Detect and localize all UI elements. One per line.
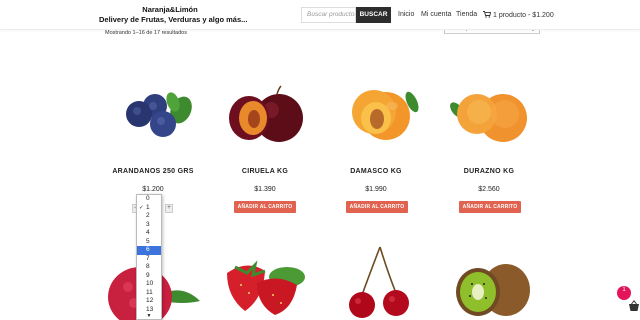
quantity-option[interactable]: 8 (137, 263, 161, 272)
quantity-option[interactable]: 11 (137, 289, 161, 298)
product-price: $2.560 (478, 186, 500, 193)
product-title[interactable]: CIRUELA KG (215, 168, 315, 175)
product-price: $1.200 (142, 186, 164, 193)
kiwi-image[interactable] (444, 258, 544, 320)
quantity-option[interactable]: 12 (137, 297, 161, 306)
quantity-option[interactable]: 10 (137, 280, 161, 289)
product-price: $1.990 (365, 186, 387, 193)
quantity-option-highlighted[interactable]: 6 (137, 246, 161, 255)
quantity-option[interactable]: 2 (137, 212, 161, 221)
blueberry-image[interactable] (103, 80, 203, 150)
scroll-down-arrow-icon[interactable]: ▼ (137, 313, 161, 319)
check-icon: ✓ (139, 204, 144, 211)
quantity-option[interactable]: 5 (137, 238, 161, 247)
quantity-dropdown[interactable]: 0 ✓ 1 2 3 4 5 6 7 8 9 10 11 12 13 ▼ (136, 194, 162, 320)
add-to-cart-button[interactable]: AÑADIR AL CARRITO (346, 201, 408, 213)
add-to-cart-button[interactable]: AÑADIR AL CARRITO (459, 201, 521, 213)
site-header: Naranja&Limón Delivery de Frutas, Verdur… (0, 0, 640, 30)
shop-page: Naranja&Limón Delivery de Frutas, Verdur… (0, 0, 640, 320)
product-title[interactable]: ARANDANOS 250 GRS (103, 168, 203, 175)
nav-inicio[interactable]: Inicio (398, 11, 414, 18)
cart-count: 1 (622, 287, 626, 293)
search-input[interactable]: Buscar productos ... (301, 7, 356, 23)
cherry-image[interactable] (330, 243, 430, 320)
cart-label: 1 producto - $1.200 (493, 12, 554, 19)
product-title[interactable]: DAMASCO KG (326, 168, 426, 175)
basket-icon[interactable] (628, 299, 640, 317)
add-to-cart-button[interactable]: AÑADIR AL CARRITO (234, 201, 296, 213)
quantity-option[interactable]: 9 (137, 272, 161, 281)
cart-icon (483, 11, 492, 20)
header-cart[interactable]: 1 producto - $1.200 (483, 11, 554, 20)
results-count: Mostrando 1–16 de 17 resultados (105, 30, 187, 36)
quantity-option[interactable]: 3 (137, 221, 161, 230)
nav-tienda[interactable]: Tienda (456, 11, 477, 18)
peach-image[interactable] (439, 80, 539, 150)
strawberry-image[interactable] (213, 253, 313, 320)
quantity-option[interactable]: 7 (137, 255, 161, 264)
apricot-image[interactable] (326, 80, 426, 150)
product-title[interactable]: DURAZNO KG (439, 168, 539, 175)
search-button[interactable]: BUSCAR (356, 7, 391, 23)
plum-image[interactable] (215, 80, 315, 150)
product-price: $1.390 (254, 186, 276, 193)
nav-mi-cuenta[interactable]: Mi cuenta (421, 11, 451, 18)
brand-tagline: Delivery de Frutas, Verduras y algo más.… (99, 15, 248, 24)
quantity-option[interactable]: 0 (137, 195, 161, 204)
brand-name[interactable]: Naranja&Limón (100, 5, 240, 14)
quantity-option[interactable]: ✓ 1 (137, 204, 161, 213)
quantity-option[interactable]: 4 (137, 229, 161, 238)
quantity-increment-button[interactable]: + (165, 204, 173, 213)
